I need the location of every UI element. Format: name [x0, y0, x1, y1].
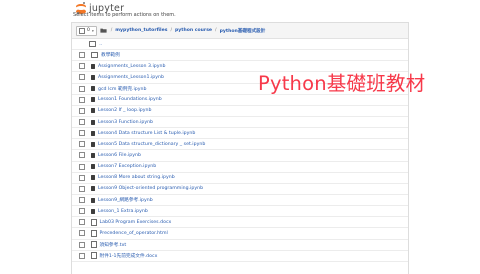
notebook-icon: [91, 108, 95, 114]
breadcrumb-separator: /: [110, 28, 113, 33]
breadcrumb-separator: /: [170, 28, 172, 33]
file-name-link[interactable]: 教學範例: [101, 52, 120, 58]
folder-icon: [89, 41, 97, 47]
notebook-icon: [91, 86, 95, 92]
row-checkbox[interactable]: [79, 130, 85, 137]
file-row[interactable]: Lesson4 Data structure List & tuple.ipyn…: [72, 128, 408, 140]
file-name-link[interactable]: ..: [99, 42, 102, 47]
file-name-link[interactable]: Lesson9_網路參考.ipynb: [98, 197, 153, 203]
file-row[interactable]: Lesson1 Foundations.ipynb: [72, 95, 408, 106]
header-bar: jupyter Select items to perform actions …: [0, 0, 480, 19]
file-row[interactable]: 附件1-1先前完成文件.docx: [72, 251, 408, 262]
breadcrumb-item[interactable]: python基礎程式設計: [220, 28, 266, 34]
file-icon: [91, 219, 97, 226]
file-row[interactable]: Lesson7 Exception.ipynb: [72, 162, 408, 173]
file-name-link[interactable]: Lesson5 Data structure_dictionary _ set.…: [98, 142, 205, 147]
file-row[interactable]: 教學範例: [72, 50, 408, 62]
file-row[interactable]: Lesson3 Function.ipynb: [72, 117, 408, 129]
row-checkbox[interactable]: [79, 63, 85, 70]
folder-icon: [91, 52, 98, 58]
notebook-icon: [91, 208, 95, 214]
file-name-link[interactable]: gcd lcm 範例完.ipynb: [98, 86, 147, 92]
row-checkbox[interactable]: [79, 107, 85, 114]
file-name-link[interactable]: Lesson_1 Extra.ipynb: [98, 209, 148, 214]
file-name-link[interactable]: Assignments_Lesson 3.ipynb: [98, 64, 165, 69]
notebook-icon: [91, 119, 95, 125]
file-name-link[interactable]: Assignments_Lesson1.ipynb: [98, 75, 164, 80]
row-checkbox[interactable]: [79, 163, 85, 170]
file-row[interactable]: Lesson_1 Extra.ipynb: [72, 206, 408, 218]
row-checkbox[interactable]: [79, 185, 85, 192]
row-checkbox[interactable]: [79, 152, 85, 159]
file-name-link[interactable]: Lesson3 Function.ipynb: [98, 120, 153, 125]
breadcrumb-separator: /: [215, 28, 217, 33]
notebook-icon: [91, 130, 95, 136]
file-name-link[interactable]: Precedence_of_operator.html: [100, 231, 168, 236]
file-name-link[interactable]: Lesson8 More about string.ipynb: [98, 175, 175, 180]
file-name-link[interactable]: Lesson9 Object-oriented programming.ipyn…: [98, 186, 203, 191]
notebook-icon: [91, 197, 95, 203]
select-all-dropdown[interactable]: 0 ▾: [76, 25, 97, 36]
file-row[interactable]: 須知參考.txt: [72, 240, 408, 251]
file-row[interactable]: Lab03 Program Exercises.docx: [72, 217, 408, 229]
file-row[interactable]: Assignments_Lesson 3.ipynb: [72, 61, 408, 73]
file-row[interactable]: Lesson9 Object-oriented programming.ipyn…: [72, 184, 408, 195]
file-name-link[interactable]: Lesson2 If _ loop.ipynb: [98, 108, 151, 113]
file-icon: [91, 241, 97, 248]
file-row[interactable]: Lesson5 Data structure_dictionary _ set.…: [72, 139, 408, 151]
row-checkbox[interactable]: [79, 252, 85, 259]
file-icon: [91, 252, 97, 259]
file-name-link[interactable]: 附件1-1先前完成文件.docx: [100, 253, 158, 259]
notebook-icon: [91, 97, 95, 103]
file-row[interactable]: Lesson6 File.ipynb: [72, 150, 408, 162]
breadcrumb-item[interactable]: mypython_tutorfiles: [115, 28, 167, 33]
selection-hint-text: Select items to perform actions on them.: [73, 12, 176, 18]
row-checkbox[interactable]: [79, 208, 85, 215]
parent-directory-row[interactable]: ..: [72, 39, 408, 51]
row-checkbox[interactable]: [79, 85, 85, 92]
file-list: 0 ▾ / mypython_tutorfiles / python cours…: [71, 22, 409, 274]
notebook-icon: [91, 164, 95, 170]
selected-count: 0: [87, 28, 90, 33]
row-checkbox[interactable]: [79, 174, 85, 181]
notebook-icon: [91, 63, 95, 69]
breadcrumb-item[interactable]: python course: [175, 28, 212, 33]
home-folder-icon[interactable]: [100, 28, 107, 33]
row-checkbox[interactable]: [79, 74, 85, 81]
file-name-link[interactable]: Lesson1 Foundations.ipynb: [98, 97, 162, 102]
file-list-toolbar: 0 ▾ / mypython_tutorfiles / python cours…: [72, 23, 408, 39]
course-title-overlay: Python基礎班教材: [258, 72, 426, 95]
notebook-icon: [91, 152, 95, 158]
file-name-link[interactable]: Lesson4 Data structure List & tuple.ipyn…: [98, 131, 195, 136]
notebook-icon: [91, 141, 95, 147]
select-all-checkbox[interactable]: [79, 27, 85, 34]
file-name-link[interactable]: Lab03 Program Exercises.docx: [100, 220, 172, 225]
row-checkbox[interactable]: [79, 119, 85, 126]
chevron-down-icon: ▾: [91, 28, 94, 33]
file-name-link[interactable]: Lesson6 File.ipynb: [98, 153, 141, 158]
notebook-icon: [91, 186, 95, 192]
file-name-link[interactable]: 須知參考.txt: [100, 242, 127, 248]
file-row[interactable]: Lesson8 More about string.ipynb: [72, 173, 408, 184]
row-checkbox[interactable]: [79, 230, 85, 237]
row-checkbox[interactable]: [79, 52, 85, 59]
row-checkbox[interactable]: [79, 241, 85, 248]
row-checkbox[interactable]: [79, 141, 85, 148]
file-name-link[interactable]: Lesson7 Exception.ipynb: [98, 164, 156, 169]
row-checkbox[interactable]: [79, 197, 85, 204]
file-row[interactable]: Lesson9_網路參考.ipynb: [72, 195, 408, 207]
file-icon: [91, 230, 97, 237]
file-row[interactable]: Precedence_of_operator.html: [72, 228, 408, 240]
notebook-icon: [91, 175, 95, 181]
notebook-icon: [91, 74, 95, 80]
row-checkbox[interactable]: [79, 219, 85, 226]
row-checkbox[interactable]: [79, 96, 85, 103]
file-row[interactable]: Lesson2 If _ loop.ipynb: [72, 106, 408, 117]
